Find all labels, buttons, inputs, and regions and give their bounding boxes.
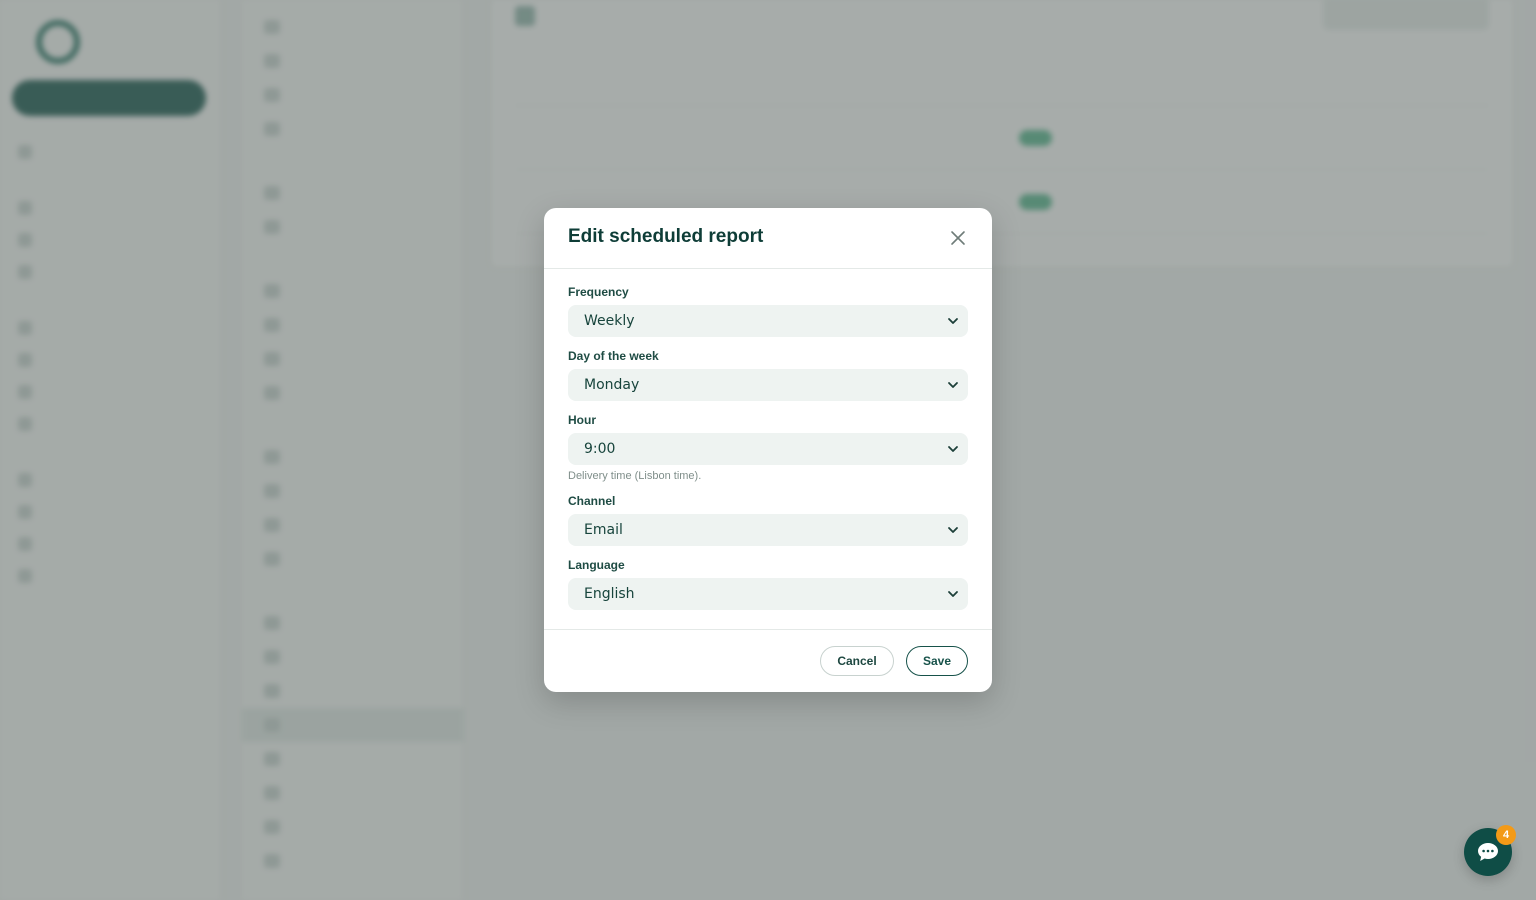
close-button[interactable]	[948, 228, 968, 248]
frequency-label: Frequency	[568, 285, 629, 299]
modal-header: Edit scheduled report	[544, 208, 992, 269]
language-select[interactable]: English	[568, 578, 968, 610]
modal-footer: Cancel Save	[544, 629, 992, 692]
hour-value: 9:00	[584, 441, 616, 457]
cancel-button[interactable]: Cancel	[820, 646, 894, 676]
language-label: Language	[568, 558, 625, 572]
day-of-week-select[interactable]: Monday	[568, 369, 968, 401]
channel-value: Email	[584, 522, 623, 538]
chevron-down-icon	[948, 591, 958, 597]
chevron-down-icon	[948, 382, 958, 388]
language-field: Language English	[568, 558, 968, 610]
day-of-week-label: Day of the week	[568, 349, 659, 363]
day-of-week-field: Day of the week Monday	[568, 349, 968, 401]
modal-title: Edit scheduled report	[568, 226, 764, 247]
chevron-down-icon	[948, 318, 958, 324]
day-of-week-value: Monday	[584, 377, 640, 393]
chat-bubble-icon	[1478, 843, 1498, 861]
chevron-down-icon	[948, 527, 958, 533]
hour-field: Hour 9:00 Delivery time (Lisbon time).	[568, 413, 968, 482]
chevron-down-icon	[948, 446, 958, 452]
channel-select[interactable]: Email	[568, 514, 968, 546]
hour-help-text: Delivery time (Lisbon time).	[568, 470, 702, 482]
modal-body: Frequency Weekly Day of the week Monday …	[544, 269, 992, 629]
hour-select[interactable]: 9:00	[568, 433, 968, 465]
language-value: English	[584, 586, 635, 602]
frequency-field: Frequency Weekly	[568, 285, 968, 337]
frequency-select[interactable]: Weekly	[568, 305, 968, 337]
edit-scheduled-report-dialog: Edit scheduled report Frequency Weekly D…	[544, 208, 992, 692]
channel-label: Channel	[568, 494, 616, 508]
frequency-value: Weekly	[584, 313, 635, 329]
hour-label: Hour	[568, 413, 596, 427]
chat-unread-badge: 4	[1496, 825, 1516, 845]
close-icon	[951, 231, 965, 245]
channel-field: Channel Email	[568, 494, 968, 546]
save-button[interactable]: Save	[906, 646, 968, 676]
